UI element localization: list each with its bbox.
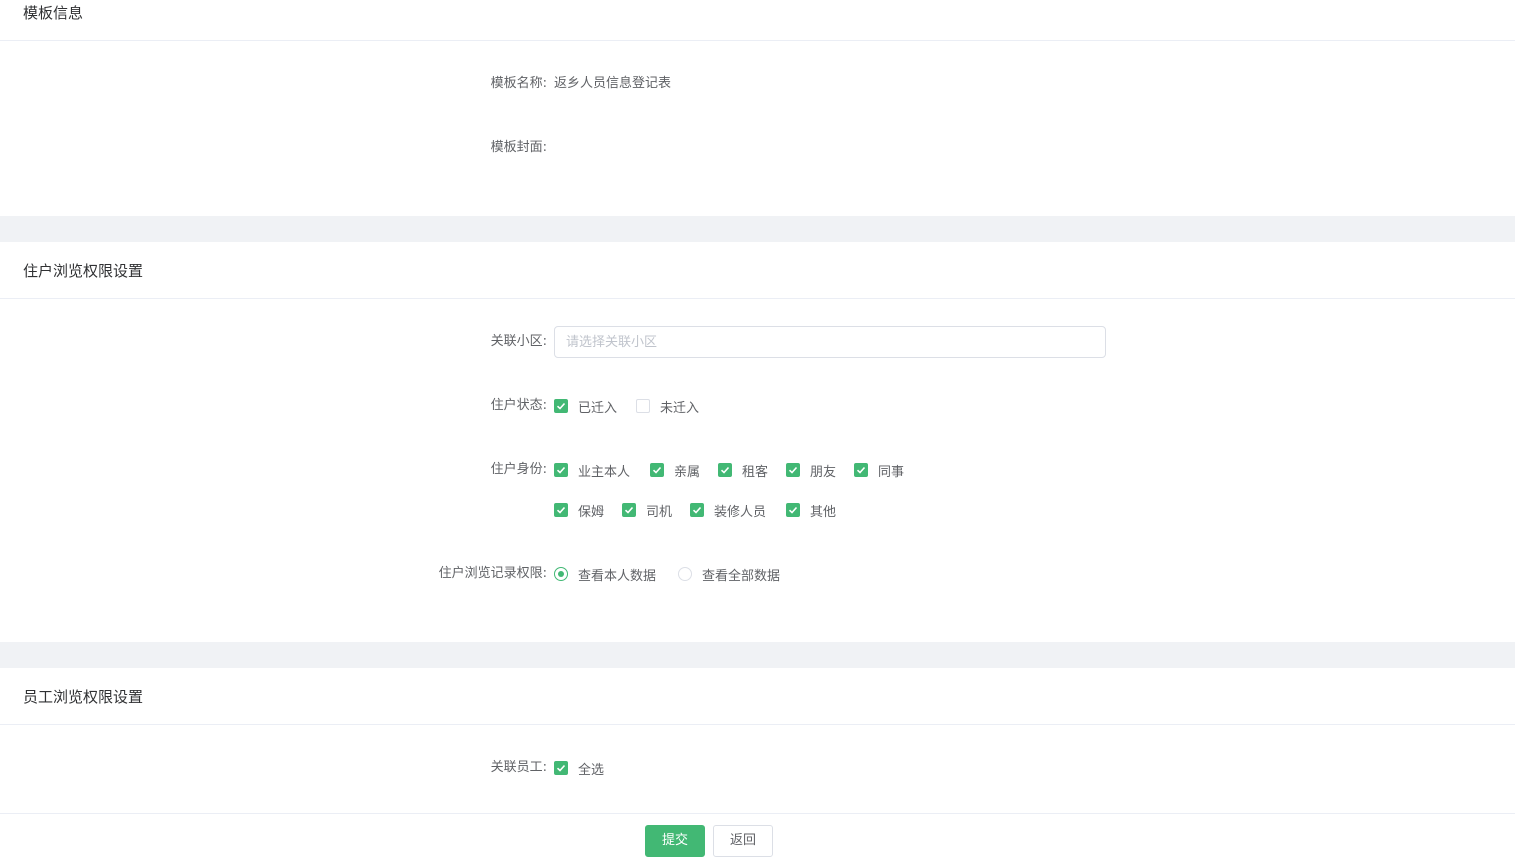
checkbox-label: 装修人员 xyxy=(714,504,767,520)
section-divider xyxy=(0,642,1515,668)
checkbox-label: 全选 xyxy=(578,762,605,778)
radio-label: 查看本人数据 xyxy=(578,568,657,584)
identity-checkbox-owner[interactable]: 业主本人 xyxy=(554,462,631,480)
checkbox-checked-icon xyxy=(650,463,664,477)
identity-checkbox-tenant[interactable]: 租客 xyxy=(718,462,769,480)
identity-checkbox-colleague[interactable]: 同事 xyxy=(854,462,905,480)
radio-view-all-data[interactable]: 查看全部数据 xyxy=(678,566,781,584)
section-title: 员工浏览权限设置 xyxy=(23,688,144,706)
resident-identity-row-2: 保姆 司机 装修人员 其他 xyxy=(0,494,1515,526)
checkbox-checked-icon xyxy=(718,463,732,477)
checkbox-checked-icon xyxy=(786,503,800,517)
select-all-checkbox[interactable]: 全选 xyxy=(554,760,605,778)
community-select-input[interactable] xyxy=(554,326,1106,358)
template-name-row: 模板名称: 返乡人员信息登记表 xyxy=(0,68,1515,100)
checkbox-checked-icon xyxy=(786,463,800,477)
back-button[interactable]: 返回 xyxy=(713,825,773,857)
resident-permission-section: 住户浏览权限设置 关联小区: 住户状态: 已迁入 未迁入 住户身份: 业主本人 … xyxy=(0,242,1515,642)
radio-checked-icon xyxy=(554,567,568,581)
resident-permission-header: 住户浏览权限设置 xyxy=(0,242,1515,299)
checkbox-label: 司机 xyxy=(646,504,673,520)
radio-unchecked-icon xyxy=(678,567,692,581)
checkbox-checked-icon xyxy=(622,503,636,517)
browse-record-label: 住户浏览记录权限: xyxy=(438,566,547,581)
checkbox-checked-icon xyxy=(554,761,568,775)
identity-checkbox-other[interactable]: 其他 xyxy=(786,502,837,520)
checkbox-label: 其他 xyxy=(810,504,837,520)
checkbox-label: 亲属 xyxy=(674,464,701,480)
resident-status-row: 住户状态: 已迁入 未迁入 xyxy=(0,390,1515,422)
template-name-label: 模板名称: xyxy=(490,76,547,91)
form-footer: 提交 返回 xyxy=(0,813,1515,860)
staff-permission-section: 员工浏览权限设置 关联员工: 全选 xyxy=(0,668,1515,813)
checkbox-checked-icon xyxy=(854,463,868,477)
checkbox-checked-icon xyxy=(690,503,704,517)
template-cover-row: 模板封面: xyxy=(0,132,1515,164)
resident-identity-label: 住户身份: xyxy=(490,462,547,477)
checkbox-unchecked-icon xyxy=(636,399,650,413)
section-title: 模板信息 xyxy=(23,4,84,22)
checkbox-label: 保姆 xyxy=(578,504,605,520)
staff-permission-header: 员工浏览权限设置 xyxy=(0,668,1515,725)
radio-view-own-data[interactable]: 查看本人数据 xyxy=(554,566,657,584)
community-row: 关联小区: xyxy=(0,326,1515,358)
checkbox-checked-icon xyxy=(554,399,568,413)
checkbox-checked-icon xyxy=(554,463,568,477)
template-cover-label: 模板封面: xyxy=(490,140,547,155)
section-divider xyxy=(0,216,1515,242)
checkbox-label: 业主本人 xyxy=(578,464,631,480)
identity-checkbox-friend[interactable]: 朋友 xyxy=(786,462,837,480)
staff-label: 关联员工: xyxy=(490,760,547,775)
identity-checkbox-decorator[interactable]: 装修人员 xyxy=(690,502,767,520)
checkbox-label: 未迁入 xyxy=(660,400,700,416)
identity-checkbox-nanny[interactable]: 保姆 xyxy=(554,502,605,520)
status-checkbox-moved-in[interactable]: 已迁入 xyxy=(554,398,618,416)
identity-checkbox-driver[interactable]: 司机 xyxy=(622,502,673,520)
staff-row: 关联员工: 全选 xyxy=(0,752,1515,784)
status-checkbox-not-moved-in[interactable]: 未迁入 xyxy=(636,398,700,416)
checkbox-label: 租客 xyxy=(742,464,769,480)
template-info-section: 模板信息 模板名称: 返乡人员信息登记表 模板封面: xyxy=(0,0,1515,216)
section-title: 住户浏览权限设置 xyxy=(23,262,144,280)
resident-identity-row: 住户身份: 业主本人 亲属 租客 朋友 同事 xyxy=(0,454,1515,486)
template-info-header: 模板信息 xyxy=(0,0,1515,41)
checkbox-label: 朋友 xyxy=(810,464,837,480)
checkbox-label: 已迁入 xyxy=(578,400,618,416)
template-name-value: 返乡人员信息登记表 xyxy=(554,76,672,91)
browse-record-row: 住户浏览记录权限: 查看本人数据 查看全部数据 xyxy=(0,558,1515,590)
resident-status-label: 住户状态: xyxy=(490,398,547,413)
community-label: 关联小区: xyxy=(490,334,547,349)
identity-checkbox-relative[interactable]: 亲属 xyxy=(650,462,701,480)
checkbox-label: 同事 xyxy=(878,464,905,480)
radio-label: 查看全部数据 xyxy=(702,568,781,584)
submit-button[interactable]: 提交 xyxy=(645,825,705,857)
checkbox-checked-icon xyxy=(554,503,568,517)
